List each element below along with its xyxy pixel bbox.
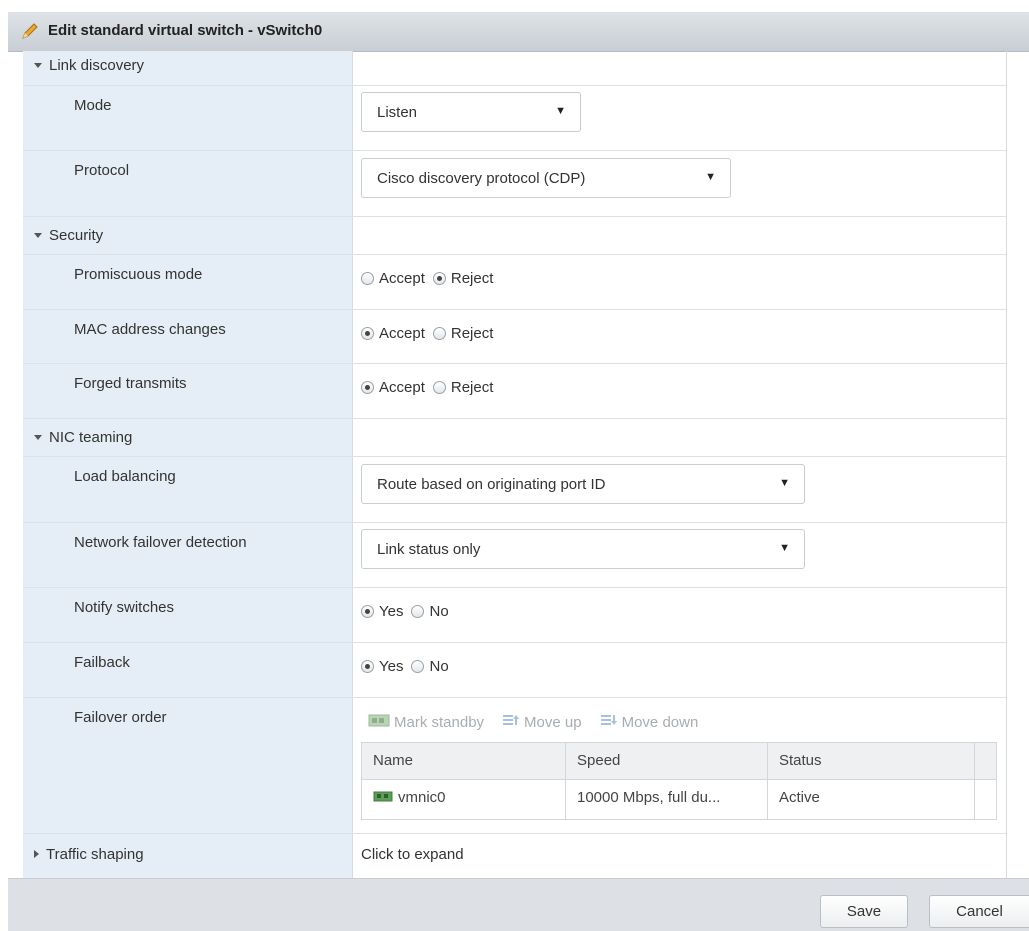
section-nic-teaming[interactable]: NIC teaming	[23, 418, 1006, 457]
accept-label: Accept	[379, 379, 425, 396]
section-link-discovery[interactable]: Link discovery	[23, 51, 1006, 86]
nic-status: Active	[779, 789, 820, 806]
pencil-icon	[20, 21, 40, 41]
row-protocol: Protocol Cisco discovery protocol (CDP) …	[23, 150, 1006, 217]
nic-icon	[373, 789, 393, 806]
protocol-select[interactable]: Cisco discovery protocol (CDP) ▼	[361, 158, 731, 198]
no-label: No	[429, 603, 449, 620]
forged-transmits-label: Forged transmits	[74, 375, 187, 392]
move-up-label: Move up	[524, 713, 582, 731]
section-traffic-shaping[interactable]: Traffic shaping Click to expand	[23, 833, 1006, 878]
section-label: Traffic shaping	[46, 846, 144, 863]
protocol-label: Protocol	[74, 162, 130, 179]
caret-down-icon	[34, 434, 42, 440]
dropdown-arrow-icon: ▼	[705, 171, 716, 183]
failover-toolbar: Mark standby Move up Move down	[368, 712, 716, 732]
row-mode: Mode Listen ▼	[23, 85, 1006, 151]
move-up-icon	[502, 713, 520, 731]
row-mac-address-changes: MAC address changes Accept Reject	[23, 309, 1006, 364]
reject-label: Reject	[450, 325, 494, 342]
mac-changes-accept-radio[interactable]	[361, 327, 374, 340]
promiscuous-mode-radio-group: Accept Reject	[361, 270, 501, 287]
caret-down-icon	[34, 232, 42, 238]
forged-transmits-radio-group: Accept Reject	[361, 379, 501, 396]
row-notify-switches: Notify switches Yes No	[23, 587, 1006, 643]
mac-changes-radio-group: Accept Reject	[361, 325, 501, 342]
mac-changes-reject-radio[interactable]	[432, 327, 446, 340]
nic-name: vmnic0	[398, 789, 446, 806]
mac-address-changes-label: MAC address changes	[74, 321, 226, 338]
mode-value: Listen	[377, 104, 418, 121]
dropdown-arrow-icon: ▼	[779, 477, 790, 489]
accept-label: Accept	[379, 270, 425, 287]
row-failover-detection: Network failover detection Link status o…	[23, 522, 1006, 588]
failover-order-label: Failover order	[74, 709, 167, 726]
caret-down-icon	[34, 62, 42, 68]
nic-icon	[368, 712, 390, 732]
section-label: NIC teaming	[49, 429, 133, 446]
promiscuous-reject-radio[interactable]	[432, 272, 446, 285]
failover-detection-value: Link status only	[377, 541, 481, 558]
column-header-status[interactable]: Status	[779, 752, 822, 769]
failover-detection-label: Network failover detection	[74, 534, 247, 551]
save-button[interactable]: Save	[820, 895, 908, 928]
dialog-footer: Save Cancel	[8, 878, 1029, 931]
dialog-titlebar: Edit standard virtual switch - vSwitch0	[8, 12, 1029, 52]
section-security[interactable]: Security	[23, 216, 1006, 255]
protocol-value: Cisco discovery protocol (CDP)	[377, 170, 586, 187]
promiscuous-accept-radio[interactable]	[361, 272, 374, 285]
dialog-title: Edit standard virtual switch - vSwitch0	[48, 22, 323, 39]
promiscuous-mode-label: Promiscuous mode	[74, 266, 203, 283]
yes-label: Yes	[379, 603, 404, 620]
load-balancing-label: Load balancing	[74, 468, 176, 485]
row-failback: Failback Yes No	[23, 642, 1006, 698]
dropdown-arrow-icon: ▼	[555, 105, 566, 117]
nic-speed: 10000 Mbps, full du...	[577, 789, 721, 806]
row-forged-transmits: Forged transmits Accept Reject	[23, 363, 1006, 419]
failback-yes-radio[interactable]	[361, 660, 374, 673]
mark-standby-button[interactable]: Mark standby	[368, 712, 484, 732]
dialog-content[interactable]: Link discovery Mode Listen ▼ Protocol Ci…	[23, 51, 1007, 878]
move-down-button[interactable]: Move down	[600, 712, 699, 732]
dropdown-arrow-icon: ▼	[779, 542, 790, 554]
forged-reject-radio[interactable]	[432, 381, 446, 394]
notify-yes-radio[interactable]	[361, 605, 374, 618]
accept-label: Accept	[379, 325, 425, 342]
failover-detection-select[interactable]: Link status only ▼	[361, 529, 805, 569]
yes-label: Yes	[379, 658, 404, 675]
caret-right-icon	[34, 850, 39, 859]
reject-label: Reject	[450, 270, 494, 287]
failback-radio-group: Yes No	[361, 658, 457, 675]
cancel-button[interactable]: Cancel	[929, 895, 1029, 928]
load-balancing-select[interactable]: Route based on originating port ID ▼	[361, 464, 805, 504]
mode-select[interactable]: Listen ▼	[361, 92, 581, 132]
notify-switches-radio-group: Yes No	[361, 603, 457, 620]
forged-accept-radio[interactable]	[361, 381, 374, 394]
traffic-shaping-expand-link[interactable]: Click to expand	[361, 846, 464, 863]
column-header-speed[interactable]: Speed	[577, 752, 620, 769]
load-balancing-value: Route based on originating port ID	[377, 476, 606, 493]
notify-no-radio[interactable]	[411, 605, 425, 618]
move-down-icon	[600, 713, 618, 731]
no-label: No	[429, 658, 449, 675]
row-promiscuous-mode: Promiscuous mode Accept Reject	[23, 254, 1006, 310]
table-header: Name Speed Status	[362, 743, 996, 780]
edit-vswitch-dialog: Edit standard virtual switch - vSwitch0 …	[0, 0, 1029, 931]
row-load-balancing: Load balancing Route based on originatin…	[23, 456, 1006, 523]
mark-standby-label: Mark standby	[394, 713, 485, 731]
failover-order-table: Name Speed Status vmnic0 10000 Mbps, ful…	[361, 742, 997, 820]
failback-no-radio[interactable]	[411, 660, 425, 673]
move-down-label: Move down	[621, 713, 699, 731]
failback-label: Failback	[74, 654, 130, 671]
mode-label: Mode	[74, 97, 112, 114]
column-header-name[interactable]: Name	[373, 752, 413, 769]
notify-switches-label: Notify switches	[74, 599, 175, 616]
section-label: Link discovery	[49, 57, 145, 74]
reject-label: Reject	[450, 379, 494, 396]
section-label: Security	[49, 227, 104, 244]
table-row[interactable]: vmnic0 10000 Mbps, full du... Active	[362, 780, 996, 819]
move-up-button[interactable]: Move up	[502, 712, 582, 732]
row-failover-order: Failover order Mark standby Move up Move…	[23, 697, 1006, 834]
